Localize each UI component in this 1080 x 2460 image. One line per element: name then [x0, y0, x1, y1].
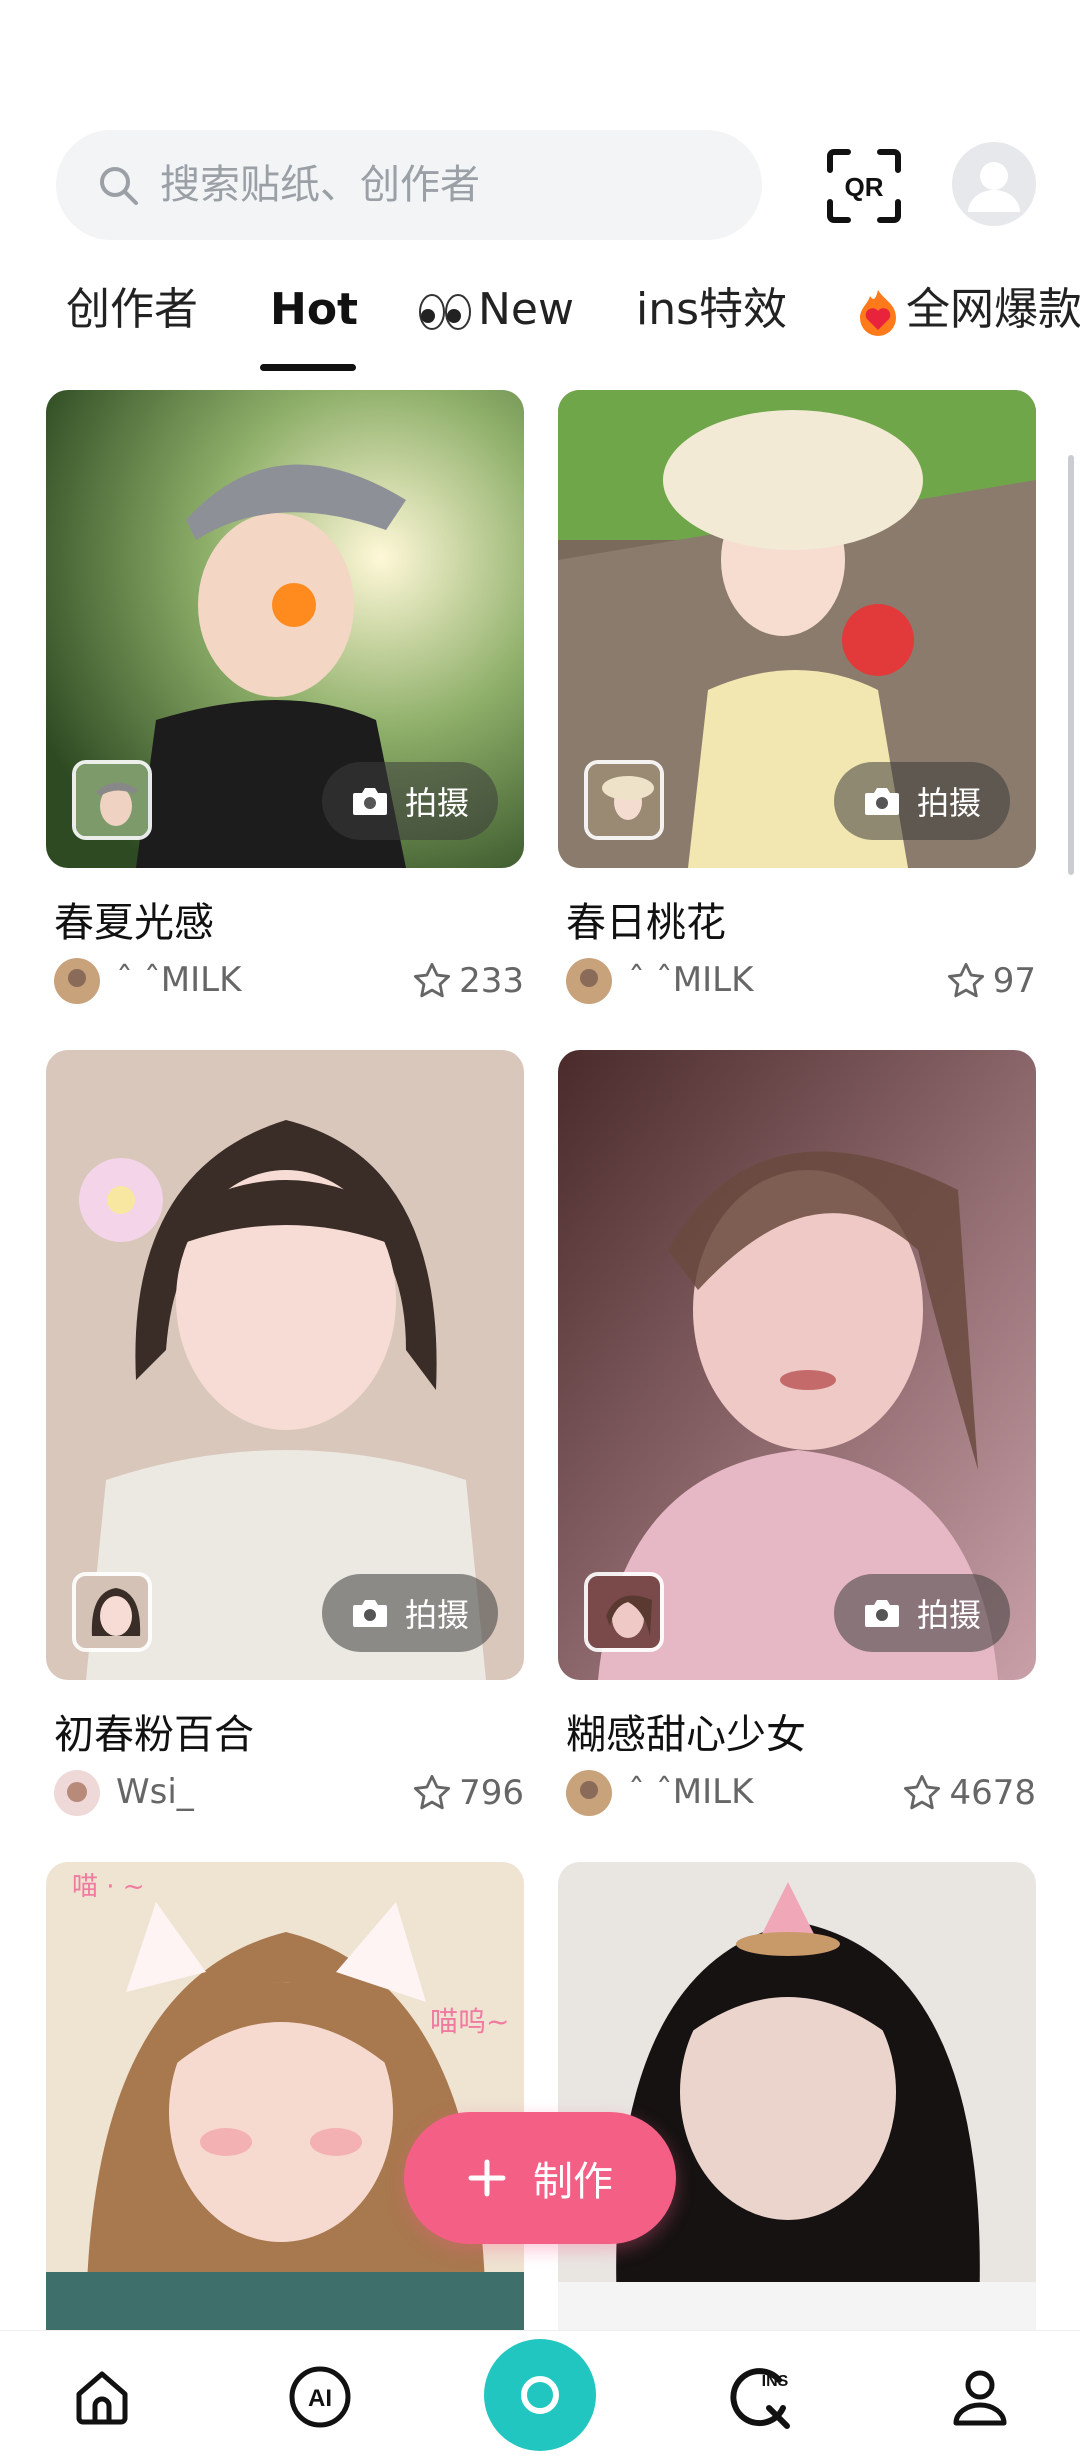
meow-sticker-text: 喵呜~ — [430, 2005, 510, 2038]
shoot-button[interactable]: 拍摄 — [834, 1574, 1010, 1652]
scrollbar[interactable] — [1068, 455, 1074, 875]
sticker-preview-image[interactable]: 喵 · ~ 喵呜~ — [46, 1862, 524, 2332]
ai-icon: AI — [289, 2366, 351, 2428]
ai-icon-label: AI — [308, 2385, 332, 2412]
creator-name[interactable]: ˆ ˆMILK — [628, 960, 753, 1000]
favorite-count-value: 796 — [459, 1773, 524, 1813]
tab-label: New — [478, 284, 574, 335]
favorite-count-value: 233 — [459, 961, 524, 1001]
eyes-emoji-icon — [419, 294, 471, 330]
camera-icon — [352, 788, 387, 815]
favorite-count[interactable]: 796 — [411, 1772, 524, 1814]
camera-icon — [521, 2376, 559, 2414]
active-tab-indicator — [260, 364, 356, 371]
shoot-label: 拍摄 — [404, 1596, 469, 1634]
sticker-preview-image[interactable]: 拍摄 — [558, 390, 1036, 868]
plus-icon — [468, 2159, 506, 2197]
default-avatar-icon — [968, 162, 1020, 212]
preview-photo — [46, 1862, 524, 2332]
sticker-thumbnail — [72, 760, 152, 840]
profile-icon — [953, 2370, 1007, 2426]
sticker-title: 初春粉百合 — [54, 1712, 254, 1758]
shoot-button[interactable]: 拍摄 — [322, 1574, 498, 1652]
camera-icon — [864, 1600, 899, 1627]
tab-viral[interactable]: 全网爆款 — [856, 280, 1080, 340]
search-bar[interactable] — [56, 130, 762, 240]
tab-ins-effects[interactable]: ins特效 — [636, 280, 787, 340]
create-label: 制作 — [533, 2159, 613, 2205]
sticker-meta: ˆ ˆMILK 233 — [54, 956, 524, 1008]
favorite-count[interactable]: 97 — [945, 960, 1036, 1002]
sticker-card[interactable]: 拍摄 初春粉百合 Wsi_ 796 — [46, 1050, 524, 1816]
ins-search-icon: INS — [730, 2368, 790, 2429]
create-button[interactable]: 制作 — [404, 2112, 676, 2244]
sticker-preview-image[interactable]: 拍摄 — [46, 1050, 524, 1680]
sticker-meta: Wsi_ 796 — [54, 1768, 524, 1820]
flame-heart-emoji-icon — [860, 290, 896, 336]
qr-label: QR — [845, 172, 884, 202]
meow-sticker-text: 喵 · ~ — [72, 1872, 145, 1902]
star-icon — [904, 1774, 941, 1810]
tab-hot[interactable]: Hot — [270, 280, 358, 340]
tab-new[interactable]: New — [418, 280, 574, 340]
creator-avatar[interactable] — [54, 1770, 100, 1816]
category-tabs: 创作者 Hot New ins特效 全网爆款 — [0, 270, 1080, 380]
creator-avatar[interactable] — [566, 1770, 612, 1816]
camera-icon — [352, 1600, 387, 1627]
sticker-preview-image[interactable]: 拍摄 — [46, 390, 524, 868]
sticker-thumbnail — [584, 1572, 664, 1652]
sticker-card[interactable]: 拍摄 糊感甜心少女 ˆ ˆMILK 4678 — [558, 1050, 1036, 1816]
sticker-title: 糊感甜心少女 — [566, 1712, 806, 1758]
bottom-nav: AI INS — [0, 2330, 1080, 2460]
nav-home[interactable] — [66, 2361, 138, 2433]
creator-name[interactable]: ˆ ˆMILK — [116, 960, 241, 1000]
shoot-button[interactable]: 拍摄 — [322, 762, 498, 840]
favorite-count-value: 97 — [992, 961, 1036, 1001]
nav-camera[interactable] — [484, 2339, 596, 2451]
sticker-preview-image[interactable]: 拍摄 — [558, 1050, 1036, 1680]
sticker-card[interactable]: 喵 · ~ 喵呜~ — [46, 1862, 524, 2332]
preview-photo — [558, 1862, 1036, 2332]
shoot-label: 拍摄 — [916, 784, 981, 822]
creator-name[interactable]: Wsi_ — [116, 1772, 194, 1812]
sticker-card[interactable]: 拍摄 春夏光感 ˆ ˆMILK 233 — [46, 390, 524, 1004]
sticker-meta: ˆ ˆMILK 97 — [566, 956, 1036, 1008]
nav-ai[interactable]: AI — [284, 2361, 356, 2433]
creator-avatar[interactable] — [54, 958, 100, 1004]
nav-profile[interactable] — [944, 2361, 1016, 2433]
star-icon — [947, 962, 984, 998]
qr-scan-button[interactable]: QR — [824, 146, 904, 226]
shoot-button[interactable]: 拍摄 — [834, 762, 1010, 840]
nav-ins[interactable]: INS — [726, 2361, 798, 2433]
star-icon — [414, 962, 451, 998]
qr-icon: QR — [827, 149, 901, 223]
ins-icon-label: INS — [762, 2373, 789, 2390]
creator-avatar[interactable] — [566, 958, 612, 1004]
camera-icon — [864, 788, 899, 815]
tab-label: 创作者 — [66, 284, 198, 335]
user-avatar-button[interactable] — [952, 142, 1036, 226]
tab-creators[interactable]: 创作者 — [66, 280, 198, 340]
sticker-title: 春日桃花 — [566, 900, 726, 946]
sticker-card[interactable]: 拍摄 春日桃花 ˆ ˆMILK 97 — [558, 390, 1036, 1004]
sticker-title: 春夏光感 — [54, 900, 214, 946]
sticker-meta: ˆ ˆMILK 4678 — [566, 1768, 1036, 1820]
tab-label: Hot — [270, 284, 359, 335]
sticker-thumbnail — [72, 1572, 152, 1652]
favorite-count[interactable]: 233 — [411, 960, 524, 1002]
favorite-count-value: 4678 — [949, 1773, 1036, 1813]
sticker-thumbnail — [584, 760, 664, 840]
search-input[interactable] — [160, 152, 720, 218]
home-icon — [76, 2371, 128, 2425]
sticker-preview-image[interactable] — [558, 1862, 1036, 2332]
favorite-count[interactable]: 4678 — [901, 1772, 1036, 1814]
tab-label: 全网爆款 — [906, 284, 1080, 335]
shoot-label: 拍摄 — [916, 1596, 981, 1634]
tab-label: ins特效 — [636, 284, 788, 335]
sticker-card[interactable] — [558, 1862, 1036, 2332]
star-icon — [414, 1774, 451, 1810]
search-icon — [100, 167, 138, 205]
shoot-label: 拍摄 — [404, 784, 469, 822]
creator-name[interactable]: ˆ ˆMILK — [628, 1772, 753, 1812]
